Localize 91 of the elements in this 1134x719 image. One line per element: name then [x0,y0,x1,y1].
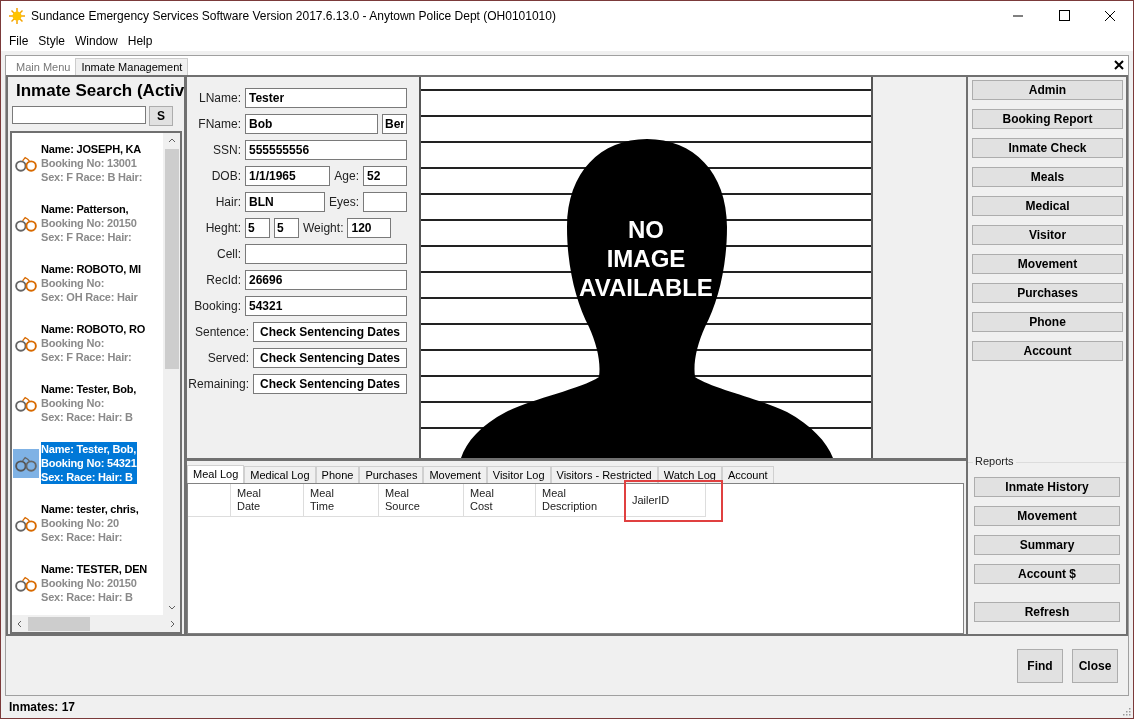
scrollbar[interactable] [12,615,180,632]
action-button[interactable]: Booking Report [972,109,1123,129]
scrollbar[interactable] [163,133,180,615]
sentencing-button[interactable]: Check Sentencing Dates [253,322,407,342]
footer-button[interactable]: Find [1017,648,1063,683]
input-field[interactable]: 26696 [245,270,407,290]
tab[interactable]: Movement [423,466,487,483]
column-header[interactable]: Meal Time [310,487,335,513]
action-button[interactable]: Phone [972,312,1123,332]
sun-icon [9,8,25,24]
tab[interactable]: Visitor Log [486,466,551,483]
tab[interactable]: Inmate Management [75,58,189,75]
tab[interactable]: Account [721,466,774,483]
column-header[interactable]: Meal Description [542,487,598,513]
refresh-button[interactable]: Refresh [974,602,1120,622]
report-button[interactable]: Account $ [974,564,1120,584]
field-label: FName: [197,117,241,131]
input-field[interactable]: BLN [245,192,325,212]
action-button[interactable]: Purchases [972,283,1123,303]
no-image-text: IMAGE [606,244,686,273]
no-image-text: NO [628,215,664,244]
sentencing-button[interactable]: Check Sentencing Dates [253,348,407,368]
inmate-entry[interactable]: Name: ROBOTO, RO Booking No: Sex: F Race: Hair: [41,322,146,364]
tab[interactable]: Visitors - Restricted [550,466,658,483]
column-header[interactable]: JailerID [632,493,670,507]
field-label: Hair: [214,195,241,209]
report-button[interactable]: Inmate History [974,477,1120,497]
search-field[interactable] [12,106,146,124]
field-label: SSN: [212,143,241,157]
resize-grip-icon[interactable] [1121,706,1131,716]
input-field[interactable]: Bob [245,114,378,134]
inmate-entry[interactable]: Name: Patterson, Booking No: 20150 Sex: F Race: Hair: [41,202,137,244]
input-field[interactable]: 555555556 [245,140,407,160]
column-header[interactable]: Meal Source [385,487,420,513]
action-button[interactable]: Account [972,341,1123,361]
input-field[interactable]: Ber [382,114,407,134]
action-button[interactable]: Visitor [972,225,1123,245]
sentencing-button[interactable]: Check Sentencing Dates [253,374,407,394]
action-button[interactable]: Admin [972,80,1123,100]
group-title: Reports [973,455,1016,467]
column-header[interactable]: Meal Date [237,487,261,513]
input-field[interactable] [245,244,407,264]
input-field[interactable] [363,192,407,212]
menu-item[interactable]: File [4,34,34,48]
input-field[interactable]: 54321 [245,296,407,316]
field-label: RecId: [205,273,241,287]
tab[interactable]: Medical Log [244,466,316,483]
column-header[interactable]: Meal Cost [470,487,494,513]
input-field[interactable]: 52 [363,166,407,186]
panel-title: Inmate Search (Activ [15,80,184,102]
input-field[interactable]: 5 [274,218,299,238]
report-button[interactable]: Summary [974,535,1120,555]
field-label: Cell: [216,247,241,261]
close-icon[interactable] [1114,60,1124,70]
window-title: Sundance Emergency Services Software Version 2017.6.13.0 - Anytown Police Dept (OH0101010) [31,9,557,23]
field-label: Eyes: [329,195,359,209]
inmate-entry[interactable]: Name: tester, chris, Booking No: 20 Sex: Race: Hair: [41,502,139,544]
inmate-entry[interactable]: Name: Tester, Bob, Booking No: 54321 Sex: Race: Hair: B [41,442,137,484]
field-label: Age: [334,169,359,183]
tab[interactable]: Meal Log [187,465,245,483]
input-field[interactable]: 1/1/1965 [245,166,331,186]
tab[interactable]: Purchases [359,466,424,483]
report-button[interactable]: Movement [974,506,1120,526]
input-field[interactable]: 5 [245,218,270,238]
input-field[interactable]: 120 [347,218,392,238]
input-field[interactable]: Tester [245,88,407,108]
inmate-entry[interactable]: Name: TESTER, DEN Booking No: 20150 Sex: Race: Hair: B [41,562,147,604]
tab[interactable]: Phone [315,466,360,483]
field-label: Booking: [193,299,241,313]
menu-item[interactable]: Style [33,34,71,48]
inmate-entry[interactable]: Name: ROBOTO, MI Booking No: Sex: OH Race: Hair [41,262,141,304]
field-label: Weight: [303,221,344,235]
field-label: Sentence: [193,325,249,339]
field-label: LName: [197,91,241,105]
footer-button[interactable]: Close [1072,648,1118,683]
field-label: DOB: [210,169,241,183]
menu-item[interactable]: Help [122,34,158,48]
handcuffs-icon [13,448,39,478]
field-label: Remaining: [187,377,249,391]
field-label: Served: [206,351,249,365]
search-button[interactable]: S [149,106,173,126]
inmate-entry[interactable]: Name: JOSEPH, KA Booking No: 13001 Sex: F Race: B Hair: [41,142,143,184]
action-button[interactable]: Inmate Check [972,138,1123,158]
no-image-text: AVAILABLE [579,273,713,302]
menu-item[interactable]: Window [70,34,123,48]
inmate-entry[interactable]: Name: Tester, Bob, Booking No: Sex: Race: Hair: B [41,382,137,424]
action-button[interactable]: Movement [972,254,1123,274]
status-text: Inmates: 17 [9,700,76,714]
action-button[interactable]: Meals [972,167,1123,187]
field-label: Heght: [204,221,241,235]
action-button[interactable]: Medical [972,196,1123,216]
